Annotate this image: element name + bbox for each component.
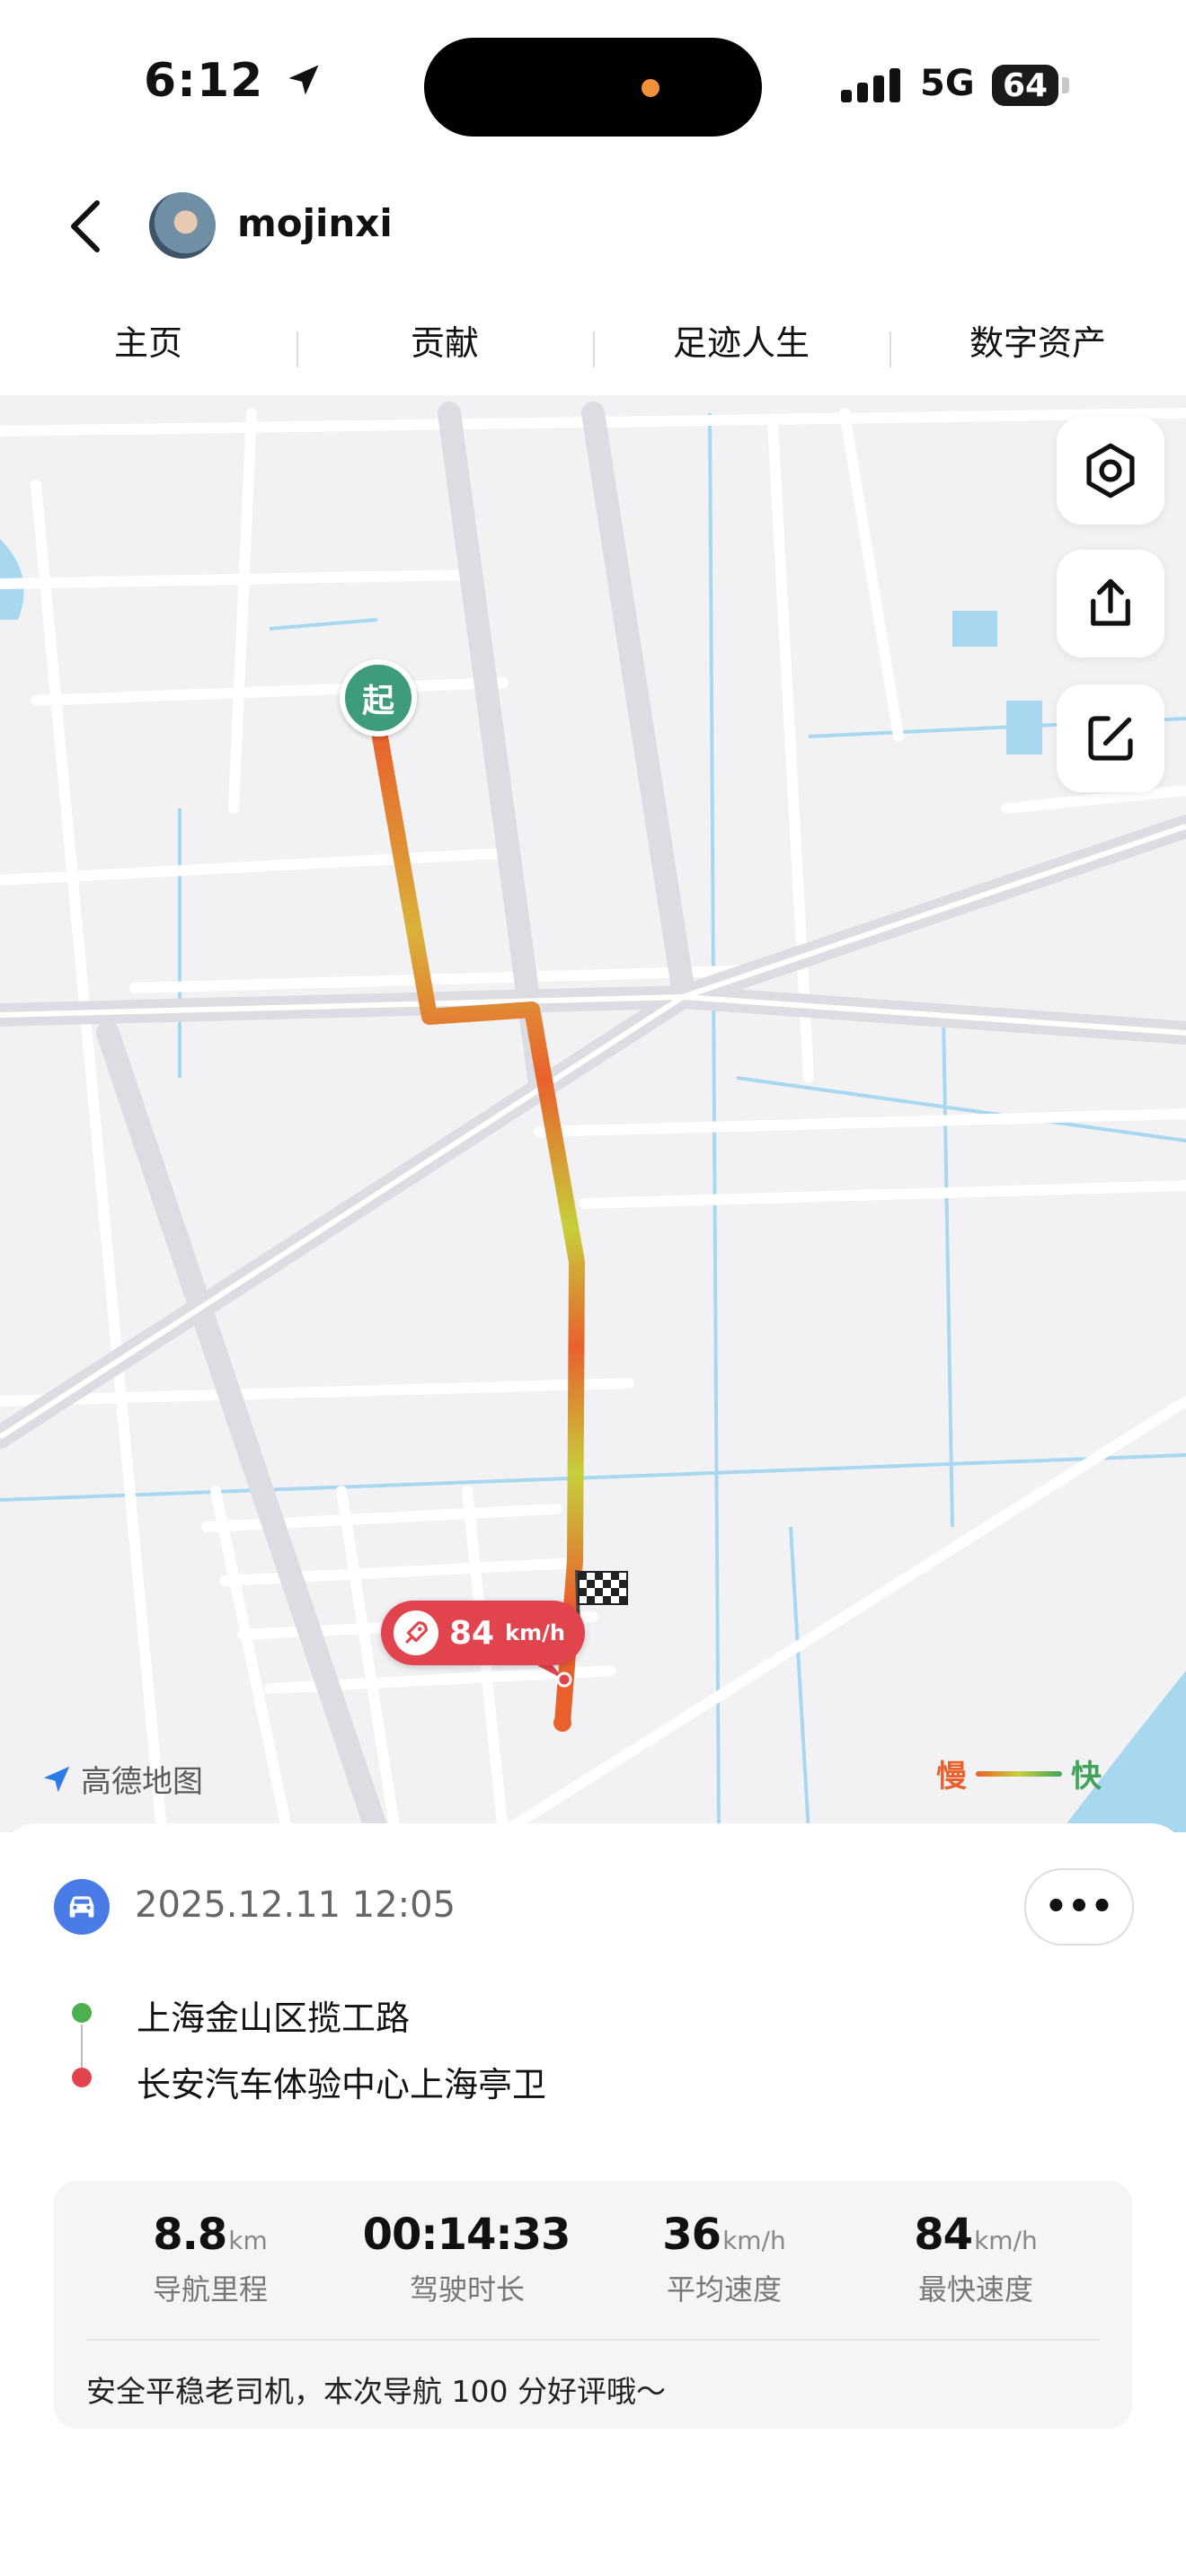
route-start-marker[interactable]: 起	[340, 659, 417, 737]
stat-avg-speed-unit: km/h	[722, 2226, 786, 2255]
share-button[interactable]	[1057, 550, 1164, 657]
map-settings-button[interactable]	[1057, 417, 1164, 525]
amap-arrow-icon	[43, 1766, 70, 1792]
chevron-left-icon	[71, 200, 100, 252]
stat-avg-speed-label: 平均速度	[666, 2272, 782, 2307]
stat-duration-label: 驾驶时长	[409, 2272, 525, 2307]
battery-indicator: 64	[992, 65, 1058, 106]
dynamic-island	[424, 38, 762, 137]
status-time: 6:12	[144, 54, 323, 108]
signal-icon	[841, 66, 906, 110]
end-point-dot	[72, 2068, 92, 2087]
stat-max-speed-unit: km/h	[974, 2226, 1038, 2255]
start-point-dot	[72, 2003, 92, 2023]
stats-divider	[86, 2339, 1100, 2341]
end-place: 长安汽车体验中心上海亭卫	[137, 2065, 547, 2104]
avatar[interactable]	[149, 192, 216, 259]
tab-contribution[interactable]: 贡献	[296, 315, 593, 367]
legend-fast: 快	[1071, 1759, 1102, 1795]
edit-icon	[1088, 716, 1133, 761]
trip-datetime: 2025.12.11 12:05	[135, 1884, 456, 1926]
speed-legend: 慢 快	[936, 1751, 1102, 1795]
hexagon-settings-icon	[1086, 443, 1135, 498]
max-speed-value: 84	[449, 1614, 495, 1652]
stat-max-speed-value: 84	[914, 2210, 973, 2260]
start-place: 上海金山区揽工路	[137, 1998, 411, 2038]
car-icon	[54, 1879, 110, 1935]
stat-distance-label: 导航里程	[152, 2272, 268, 2307]
share-icon	[1091, 578, 1130, 626]
stat-avg-speed: 36km/h 平均速度	[616, 2210, 832, 2308]
tab-home[interactable]: 主页	[0, 315, 296, 365]
more-options-button[interactable]: •••	[1024, 1868, 1134, 1945]
tab-digital-assets[interactable]: 数字资产	[890, 315, 1186, 367]
network-type: 5G	[920, 63, 975, 104]
stat-distance: 8.8km 导航里程	[102, 2210, 318, 2308]
stat-duration-value: 00:14:33	[362, 2210, 571, 2260]
battery-tail	[1062, 77, 1069, 93]
location-arrow-icon	[288, 65, 319, 95]
max-speed-unit: km/h	[505, 1620, 565, 1645]
legend-slow: 慢	[936, 1759, 967, 1795]
profile-tabs: 主页 贡献 足迹人生 数字资产	[0, 305, 1186, 374]
map-provider-name: 高德地图	[81, 1764, 203, 1800]
back-button[interactable]	[59, 198, 113, 255]
stat-max-speed-label: 最快速度	[917, 2272, 1033, 2307]
max-speed-bubble[interactable]: 84 km/h	[381, 1601, 585, 1665]
trip-comment: 安全平稳老司机，本次导航 100 分好评哦～	[86, 2374, 666, 2409]
route-connector-line	[81, 2025, 83, 2069]
map-provider-logo: 高德地图	[40, 1757, 203, 1801]
stat-duration: 00:14:33 驾驶时长	[359, 2210, 575, 2308]
legend-gradient-bar	[976, 1770, 1062, 1777]
privacy-indicator	[642, 79, 659, 97]
edit-button[interactable]	[1057, 684, 1164, 792]
rocket-icon	[394, 1610, 438, 1655]
tab-footprint[interactable]: 足迹人生	[593, 315, 890, 367]
username[interactable]: mojinxi	[237, 201, 393, 245]
map-background	[0, 401, 1186, 1832]
stat-max-speed: 84km/h 最快速度	[868, 2210, 1084, 2308]
stat-avg-speed-value: 36	[662, 2210, 721, 2260]
stat-distance-unit: km	[228, 2226, 268, 2255]
route-map[interactable]: 起	[0, 395, 1186, 1832]
stat-distance-value: 8.8	[153, 2210, 227, 2260]
